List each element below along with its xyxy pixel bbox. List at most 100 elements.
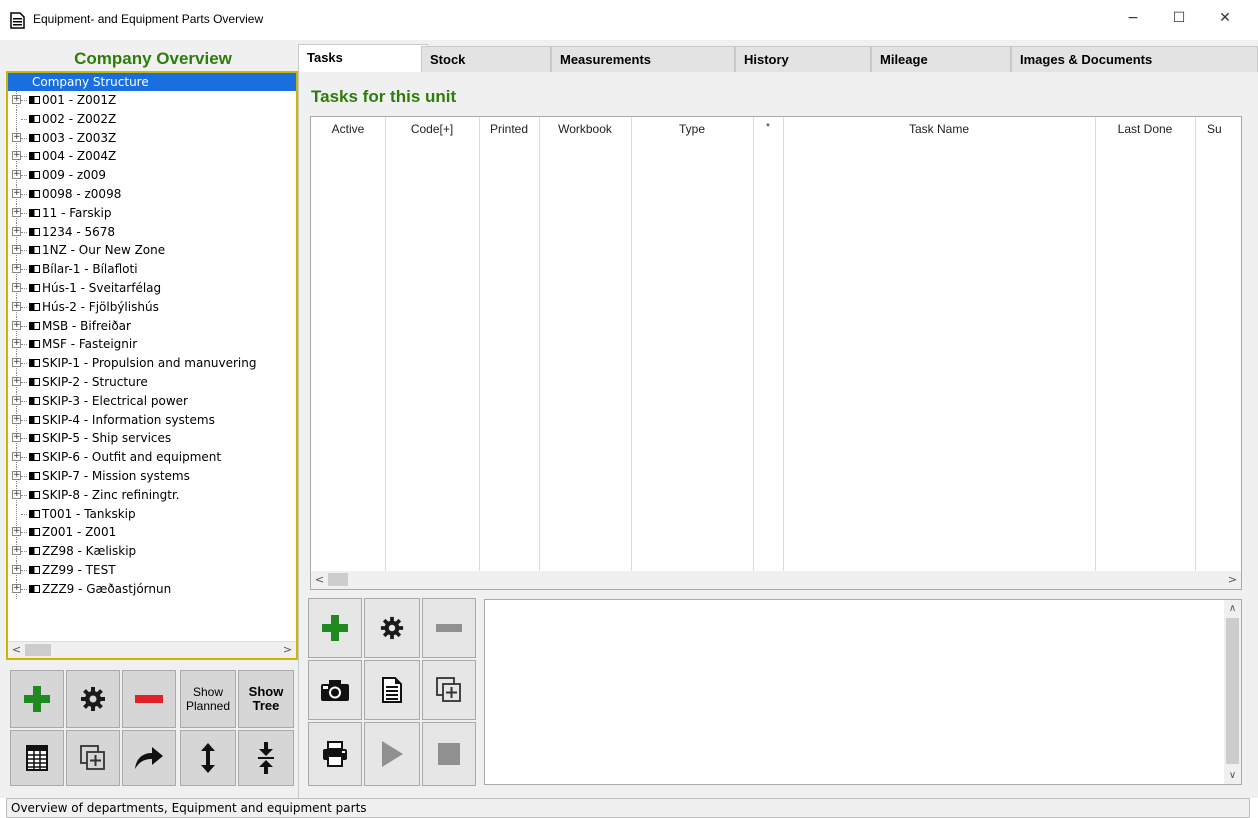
- scrollbar-thumb[interactable]: [328, 573, 348, 586]
- tree-node[interactable]: + SKIP-8 - Zinc refiningtr.: [8, 485, 296, 505]
- tab-stock[interactable]: Stock: [421, 46, 551, 72]
- tree-node[interactable]: +004 - Z004Z: [8, 147, 296, 167]
- expand-icon[interactable]: +: [12, 320, 21, 330]
- tree-horizontal-scrollbar[interactable]: < >: [8, 641, 296, 658]
- tree-node[interactable]: + SKIP-3 - Electrical power: [8, 391, 296, 411]
- show-planned-button[interactable]: Show Planned: [180, 670, 236, 728]
- tab-measurements[interactable]: Measurements: [551, 46, 735, 72]
- column-header-star[interactable]: *: [753, 122, 783, 133]
- expand-icon[interactable]: +: [12, 358, 21, 368]
- tree-node[interactable]: + Hús-2 - Fjölbýlishús: [8, 297, 296, 317]
- add-task-button[interactable]: [308, 598, 362, 658]
- scrollbar-thumb[interactable]: [25, 644, 51, 656]
- grid-horizontal-scrollbar[interactable]: < >: [311, 571, 1241, 589]
- remove-unit-button[interactable]: [122, 670, 176, 728]
- tasks-grid[interactable]: Active Code[+] Printed Workbook Type * T…: [310, 116, 1242, 590]
- tree-node[interactable]: + Hús-1 - Sveitarfélag: [8, 278, 296, 298]
- copy-unit-button[interactable]: [66, 730, 120, 786]
- tree-node[interactable]: 002 - Z002Z: [8, 109, 296, 129]
- scroll-right-icon[interactable]: >: [1224, 571, 1241, 589]
- scroll-right-icon[interactable]: >: [279, 642, 296, 658]
- tree-node[interactable]: + SKIP-2 - Structure: [8, 372, 296, 392]
- expand-icon[interactable]: +: [12, 433, 21, 443]
- tree-node[interactable]: + ZZ99 - TEST: [8, 560, 296, 580]
- tree-node[interactable]: + SKIP-6 - Outfit and equipment: [8, 448, 296, 468]
- expand-icon[interactable]: +: [12, 452, 21, 462]
- expand-icon[interactable]: +: [12, 264, 21, 274]
- expand-icon[interactable]: +: [12, 489, 21, 499]
- tree-node[interactable]: + SKIP-4 - Information systems: [8, 410, 296, 430]
- expand-icon[interactable]: +: [12, 414, 21, 424]
- expand-all-button[interactable]: [180, 730, 236, 786]
- expand-icon[interactable]: +: [12, 282, 21, 292]
- expand-icon[interactable]: +: [12, 170, 21, 180]
- close-button[interactable]: ✕: [1202, 4, 1248, 32]
- expand-icon[interactable]: +: [12, 339, 21, 349]
- expand-icon[interactable]: +: [12, 470, 21, 480]
- tab-images-documents[interactable]: Images & Documents: [1011, 46, 1258, 72]
- tree-node[interactable]: + SKIP-7 - Mission systems: [8, 466, 296, 486]
- tree-node[interactable]: + SKIP-5 - Ship services: [8, 429, 296, 449]
- expand-icon[interactable]: +: [12, 301, 21, 311]
- collapse-all-button[interactable]: [238, 730, 294, 786]
- tree-node[interactable]: +11 - Farskip: [8, 203, 296, 223]
- tree-root-company-structure[interactable]: Company Structure: [8, 73, 296, 91]
- tree-node[interactable]: + Z001 - Z001: [8, 523, 296, 543]
- minimize-button[interactable]: −: [1110, 4, 1156, 32]
- maximize-button[interactable]: ☐: [1156, 4, 1202, 32]
- expand-icon[interactable]: +: [12, 546, 21, 556]
- tree-node[interactable]: +003 - Z003Z: [8, 128, 296, 148]
- column-header-task-name[interactable]: Task Name: [783, 122, 1095, 136]
- scroll-left-icon[interactable]: <: [8, 642, 25, 658]
- add-unit-button[interactable]: [10, 670, 64, 728]
- expand-icon[interactable]: +: [12, 376, 21, 386]
- column-header-last-done[interactable]: Last Done: [1095, 122, 1195, 136]
- expand-icon[interactable]: +: [12, 245, 21, 255]
- column-header-code[interactable]: Code[+]: [385, 122, 479, 136]
- expand-icon[interactable]: +: [12, 95, 21, 104]
- column-header-workbook[interactable]: Workbook: [539, 122, 631, 136]
- tree-node[interactable]: +1234 - 5678: [8, 222, 296, 242]
- tab-mileage[interactable]: Mileage: [871, 46, 1011, 72]
- tree-node[interactable]: + ZZ98 - Kæliskip: [8, 542, 296, 562]
- stop-button[interactable]: [422, 722, 476, 786]
- column-header-active[interactable]: Active: [311, 122, 385, 136]
- scrollbar-thumb[interactable]: [1226, 618, 1239, 764]
- table-view-button[interactable]: [10, 730, 64, 786]
- play-button[interactable]: [364, 722, 420, 786]
- print-button[interactable]: [308, 722, 362, 786]
- expand-icon[interactable]: +: [12, 132, 21, 142]
- unit-settings-button[interactable]: [66, 670, 120, 728]
- tab-tasks[interactable]: Tasks: [298, 44, 428, 72]
- expand-icon[interactable]: +: [12, 527, 21, 537]
- notes-vertical-scrollbar[interactable]: ∧ ∨: [1224, 600, 1241, 784]
- task-settings-button[interactable]: [364, 598, 420, 658]
- tree-node[interactable]: T001 - Tankskip: [8, 504, 296, 524]
- move-unit-button[interactable]: [122, 730, 176, 786]
- scroll-down-icon[interactable]: ∨: [1224, 767, 1241, 784]
- task-notes-box[interactable]: ∧ ∨: [484, 599, 1242, 785]
- scroll-left-icon[interactable]: <: [311, 571, 328, 589]
- tree-node[interactable]: +001 - Z001Z: [8, 91, 296, 110]
- tree-node[interactable]: + Bílar-1 - Bílafloti: [8, 260, 296, 280]
- camera-button[interactable]: [308, 660, 362, 720]
- expand-icon[interactable]: +: [12, 395, 21, 405]
- show-tree-button[interactable]: Show Tree: [238, 670, 294, 728]
- document-button[interactable]: [364, 660, 420, 720]
- column-header-su[interactable]: Su: [1207, 122, 1241, 136]
- tree-node[interactable]: + MSF - Fasteignir: [8, 335, 296, 355]
- expand-icon[interactable]: +: [12, 207, 21, 217]
- tree-node[interactable]: + SKIP-1 - Propulsion and manuvering: [8, 354, 296, 374]
- copy-task-button[interactable]: [422, 660, 476, 720]
- column-header-type[interactable]: Type: [631, 122, 753, 136]
- expand-icon[interactable]: +: [12, 151, 21, 161]
- expand-icon[interactable]: +: [12, 188, 21, 198]
- tree-node[interactable]: +009 - z009: [8, 166, 296, 186]
- tree-node[interactable]: + ZZZ9 - Gæðastjórnun: [8, 579, 296, 599]
- tree-node[interactable]: +0098 - z0098: [8, 184, 296, 204]
- expand-icon[interactable]: +: [12, 583, 21, 593]
- expand-icon[interactable]: +: [12, 564, 21, 574]
- tree-node[interactable]: + MSB - Bifreiðar: [8, 316, 296, 336]
- scroll-up-icon[interactable]: ∧: [1224, 600, 1241, 617]
- tab-history[interactable]: History: [735, 46, 871, 72]
